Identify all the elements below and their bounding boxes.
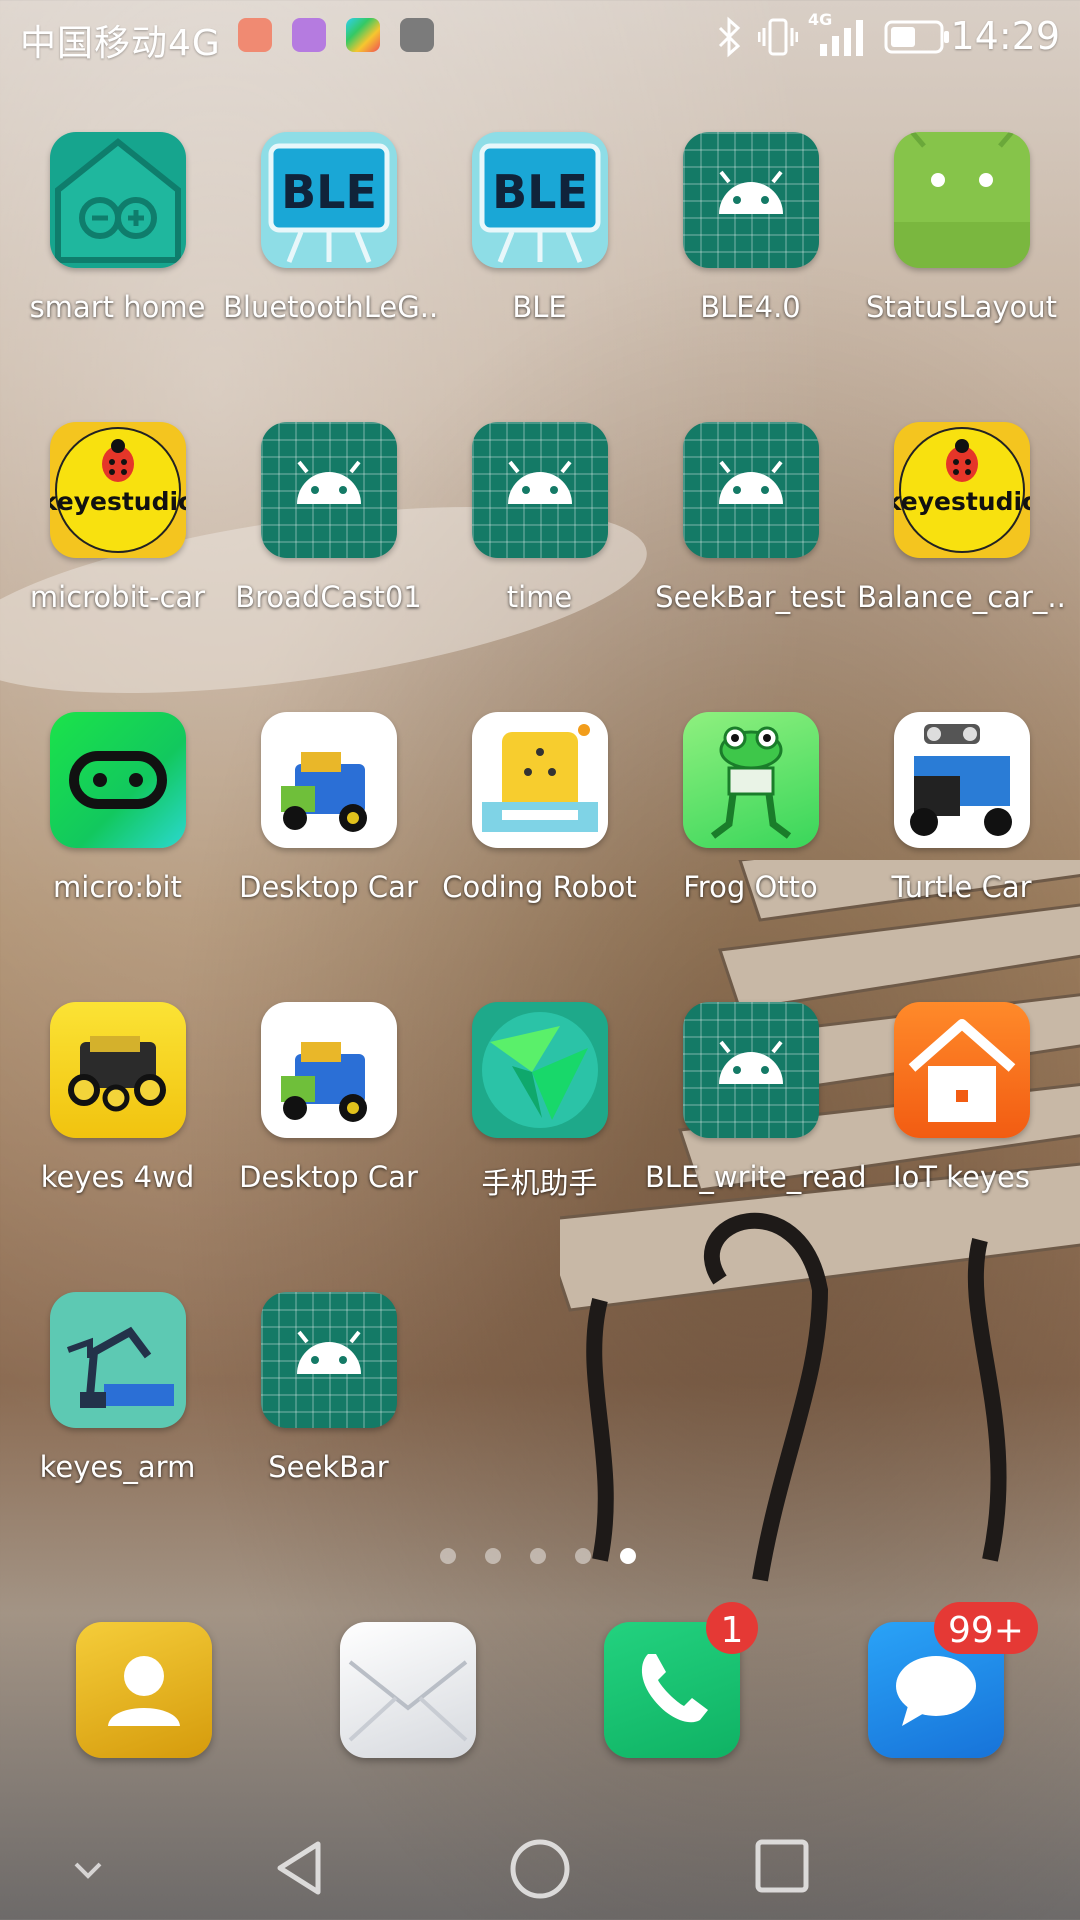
messages-badge: 99+ (934, 1602, 1038, 1654)
svg-text:BLE: BLE (492, 165, 588, 219)
app-label: SeekBar (268, 1450, 389, 1484)
app-label: BroadCast01 (235, 580, 422, 614)
app-balance-car[interactable]: keyestudio Balance_car_.. (856, 422, 1067, 614)
robot-car-icon (260, 1002, 397, 1138)
android-icon (682, 132, 819, 268)
frog-robot-icon (682, 712, 819, 848)
app-ble-write-read[interactable]: BLE_write_read (645, 1002, 867, 1194)
robot-arm-icon (49, 1292, 186, 1428)
app-label: Turtle Car (891, 870, 1032, 904)
app-label: BLE (512, 290, 567, 324)
app-label: 手机助手 (481, 1166, 598, 1200)
app-label: StatusLayout (866, 290, 1057, 324)
iot-house-icon (893, 1002, 1030, 1138)
bluetooth-icon (718, 16, 741, 58)
battery-icon (884, 20, 949, 54)
app-label: Frog Otto (683, 870, 818, 904)
home-icon[interactable] (509, 1838, 571, 1900)
keyestudio-icon: keyestudio (893, 422, 1030, 558)
app-time[interactable]: time (434, 422, 645, 614)
app-keyes-4wd[interactable]: keyes 4wd (12, 1002, 223, 1194)
4wd-car-icon (49, 1002, 186, 1138)
app-label: smart home (29, 290, 206, 324)
arduino-house-icon (49, 132, 186, 268)
vibrate-icon (758, 18, 798, 56)
page-dot[interactable] (440, 1548, 456, 1564)
app-label: keyes 4wd (40, 1160, 195, 1194)
back-icon[interactable] (274, 1838, 324, 1898)
svg-text:keyestudio: keyestudio (894, 487, 1030, 516)
security-shield-icon (400, 18, 434, 52)
svg-text:keyestudio: keyestudio (50, 487, 186, 516)
app-label: Desktop Car (239, 870, 418, 904)
contacts-icon (108, 1656, 180, 1726)
app-statuslayout[interactable]: StatusLayout (856, 132, 1067, 324)
app-label: BluetoothLeG.. (223, 290, 439, 324)
android-icon (471, 422, 608, 558)
robot-car-icon (260, 712, 397, 848)
app-label: Desktop Car (239, 1160, 418, 1194)
app-keyes-arm[interactable]: keyes_arm (12, 1292, 223, 1484)
carrier-label: 中国移动4G (20, 23, 221, 64)
app-phone-assistant[interactable]: 手机助手 (434, 1002, 645, 1202)
app-ble[interactable]: BLE BLE (434, 132, 645, 324)
page-indicator (440, 1548, 640, 1568)
app-label: keyes_arm (39, 1450, 196, 1484)
dock-contacts[interactable] (76, 1622, 212, 1758)
clock: 14:29 (950, 14, 1060, 58)
android-icon (260, 1292, 397, 1428)
wallpaper-bench (560, 860, 1080, 1582)
app-label: micro:bit (53, 870, 182, 904)
collapse-icon[interactable] (74, 1860, 102, 1880)
android-icon (260, 422, 397, 558)
android-icon (682, 422, 819, 558)
page-dot[interactable] (485, 1548, 501, 1564)
navigation-bar (0, 1820, 1080, 1920)
phone-assistant-icon (471, 1002, 608, 1138)
microbit-icon (49, 712, 186, 848)
app-desktop-car[interactable]: Desktop Car (223, 712, 434, 904)
app-desktop-car-2[interactable]: Desktop Car (223, 1002, 434, 1194)
app-iot-keyes[interactable]: IoT keyes (856, 1002, 1067, 1194)
app-smart-home[interactable]: smart home (12, 132, 223, 324)
keyestudio-icon: keyestudio (49, 422, 186, 558)
app-microbit-car[interactable]: keyestudio microbit-car (12, 422, 223, 614)
app-ble40[interactable]: BLE4.0 (645, 132, 856, 324)
app-label: SeekBar_test (655, 580, 846, 614)
dock-email[interactable] (340, 1622, 476, 1758)
app-label: BLE4.0 (700, 290, 801, 324)
play-store-icon (346, 18, 380, 52)
app-microbit[interactable]: micro:bit (12, 712, 223, 904)
page-dot[interactable] (530, 1548, 546, 1564)
ble-board-icon: BLE (260, 132, 397, 268)
app-seekbar[interactable]: SeekBar (223, 1292, 434, 1484)
app-bluetoothleg[interactable]: BLE BluetoothLeG.. (223, 132, 439, 324)
app-label: IoT keyes (893, 1160, 1030, 1194)
app-label: time (506, 580, 573, 614)
page-dot-active[interactable] (620, 1548, 636, 1564)
app-label: BLE_write_read (645, 1160, 867, 1194)
app-broadcast01[interactable]: BroadCast01 (223, 422, 434, 614)
email-icon (348, 1660, 468, 1742)
phone-badge: 1 (706, 1602, 758, 1654)
svg-text:BLE: BLE (281, 165, 377, 219)
app-label: Balance_car_.. (857, 580, 1066, 614)
missed-call-icon (238, 18, 272, 52)
app-seekbar-test[interactable]: SeekBar_test (645, 422, 856, 614)
gallery-icon (292, 18, 326, 52)
app-label: Coding Robot (442, 870, 637, 904)
app-turtle-car[interactable]: Turtle Car (856, 712, 1067, 904)
ble-board-icon: BLE (471, 132, 608, 268)
coding-robot-icon (471, 712, 608, 848)
status-bar: 中国移动4G 4G 14:29 (0, 0, 1080, 74)
page-dot[interactable] (575, 1548, 591, 1564)
app-coding-robot[interactable]: Coding Robot (434, 712, 645, 904)
android-icon (682, 1002, 819, 1138)
turtle-car-icon (893, 712, 1030, 848)
signal-icon (820, 20, 863, 56)
app-label: microbit-car (29, 580, 206, 614)
android-green-icon (893, 132, 1030, 268)
recents-icon[interactable] (754, 1838, 810, 1894)
app-frog-otto[interactable]: Frog Otto (645, 712, 856, 904)
